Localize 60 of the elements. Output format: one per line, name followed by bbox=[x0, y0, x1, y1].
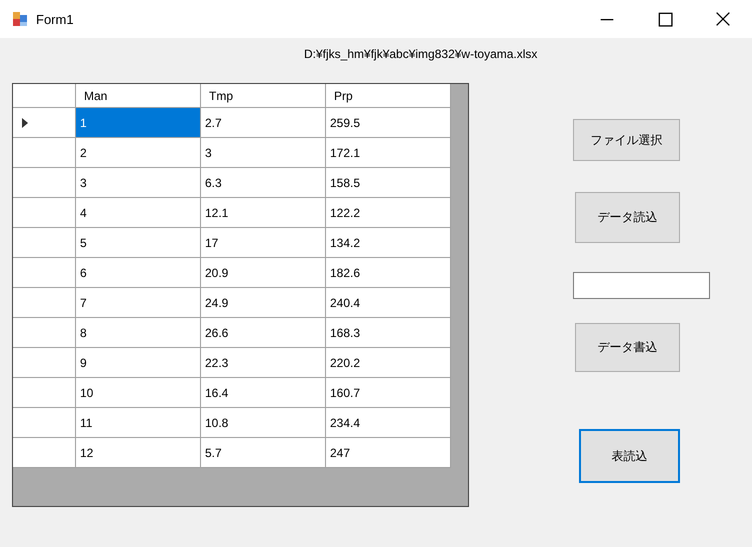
table-cell[interactable]: 220.2 bbox=[326, 348, 451, 378]
table-cell[interactable]: 22.3 bbox=[201, 348, 326, 378]
push-button[interactable]: ファイル選択 bbox=[573, 119, 680, 161]
row-header[interactable] bbox=[13, 198, 76, 228]
app-icon bbox=[12, 11, 28, 27]
row-header[interactable] bbox=[13, 408, 76, 438]
table-cell[interactable]: 12.1 bbox=[201, 198, 326, 228]
table-cell[interactable]: 11 bbox=[76, 408, 201, 438]
row-header[interactable] bbox=[13, 288, 76, 318]
column-header[interactable]: Prp bbox=[326, 84, 451, 108]
row-header[interactable] bbox=[13, 168, 76, 198]
push-button[interactable]: 表読込 bbox=[579, 429, 680, 483]
row-header[interactable] bbox=[13, 378, 76, 408]
table-cell[interactable]: 5.7 bbox=[201, 438, 326, 468]
table-cell[interactable]: 4 bbox=[76, 198, 201, 228]
table-cell[interactable]: 12 bbox=[76, 438, 201, 468]
table-cell[interactable]: 6.3 bbox=[201, 168, 326, 198]
table-cell[interactable]: 122.2 bbox=[326, 198, 451, 228]
table-cell[interactable]: 7 bbox=[76, 288, 201, 318]
row-header[interactable] bbox=[13, 318, 76, 348]
row-header[interactable] bbox=[13, 228, 76, 258]
table-cell[interactable]: 10 bbox=[76, 378, 201, 408]
table-cell[interactable]: 259.5 bbox=[326, 108, 451, 138]
table-cell[interactable]: 240.4 bbox=[326, 288, 451, 318]
table-cell[interactable]: 8 bbox=[76, 318, 201, 348]
column-header[interactable]: Tmp bbox=[201, 84, 326, 108]
table-cell[interactable]: 24.9 bbox=[201, 288, 326, 318]
current-row-icon bbox=[22, 118, 28, 128]
table-cell[interactable]: 3 bbox=[201, 138, 326, 168]
file-path-label: D:¥fjks_hm¥fjk¥abc¥img832¥w-toyama.xlsx bbox=[304, 46, 538, 60]
table-cell[interactable]: 134.2 bbox=[326, 228, 451, 258]
table-cell[interactable]: 6 bbox=[76, 258, 201, 288]
window-title: Form1 bbox=[36, 12, 74, 26]
row-header[interactable] bbox=[13, 258, 76, 288]
table-cell[interactable]: 16.4 bbox=[201, 378, 326, 408]
table-cell[interactable]: 247 bbox=[326, 438, 451, 468]
row-header[interactable] bbox=[13, 348, 76, 378]
table-cell[interactable]: 10.8 bbox=[201, 408, 326, 438]
table-cell[interactable]: 234.4 bbox=[326, 408, 451, 438]
table-cell[interactable]: 26.6 bbox=[201, 318, 326, 348]
table-cell[interactable]: 182.6 bbox=[326, 258, 451, 288]
row-header[interactable] bbox=[13, 108, 76, 138]
table-cell[interactable]: 2 bbox=[76, 138, 201, 168]
row-header[interactable] bbox=[13, 438, 76, 468]
table-cell[interactable]: 20.9 bbox=[201, 258, 326, 288]
table-cell[interactable]: 168.3 bbox=[326, 318, 451, 348]
table-cell[interactable]: 5 bbox=[76, 228, 201, 258]
push-button[interactable]: データ書込 bbox=[575, 323, 680, 372]
table-cell[interactable]: 3 bbox=[76, 168, 201, 198]
table-cell[interactable]: 9 bbox=[76, 348, 201, 378]
table-cell[interactable]: 172.1 bbox=[326, 138, 451, 168]
row-header[interactable] bbox=[13, 138, 76, 168]
push-button[interactable]: データ読込 bbox=[575, 192, 680, 243]
column-header[interactable]: Man bbox=[76, 84, 201, 108]
table-cell[interactable]: 158.5 bbox=[326, 168, 451, 198]
table-cell[interactable]: 1 bbox=[76, 108, 201, 138]
table-cell[interactable]: 160.7 bbox=[326, 378, 451, 408]
table-cell[interactable]: 2.7 bbox=[201, 108, 326, 138]
text-field[interactable] bbox=[573, 272, 710, 299]
table-cell[interactable]: 17 bbox=[201, 228, 326, 258]
